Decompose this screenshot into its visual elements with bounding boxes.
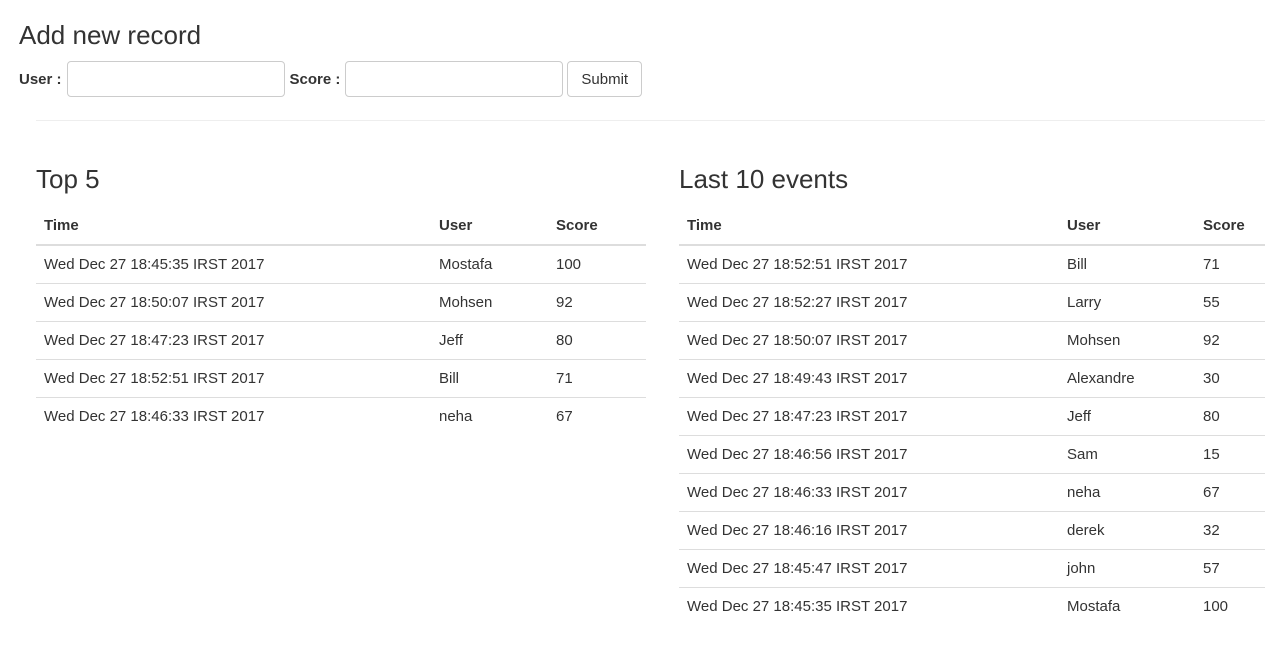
time-cell: Wed Dec 27 18:46:33 IRST 2017 (679, 473, 1059, 512)
user-cell: Mostafa (1059, 587, 1195, 625)
table-header-row: Time User Score (679, 206, 1265, 246)
column-header-score: Score (1195, 206, 1265, 246)
user-label: User : (19, 70, 62, 88)
submit-button[interactable]: Submit (567, 61, 643, 97)
time-cell: Wed Dec 27 18:52:51 IRST 2017 (36, 359, 431, 398)
time-cell: Wed Dec 27 18:46:16 IRST 2017 (679, 511, 1059, 550)
column-header-time: Time (679, 206, 1059, 246)
user-cell: Sam (1059, 435, 1195, 474)
score-cell: 71 (1203, 256, 1220, 273)
user-cell: neha (1059, 473, 1195, 512)
user-cell: Mohsen (431, 283, 548, 322)
table-row: Wed Dec 27 18:45:47 IRST 2017 john 57 (679, 549, 1265, 588)
score-input[interactable] (345, 61, 564, 97)
user-cell: Jeff (431, 321, 548, 360)
score-cell: 30 (1195, 359, 1265, 398)
last10-panel: Last 10 events Time User Score Wed Dec 2… (679, 162, 1265, 625)
table-row: Wed Dec 27 18:47:23 IRST 2017 Jeff 80 (36, 321, 646, 360)
score-label: Score : (289, 70, 341, 88)
table-row: Wed Dec 27 18:47:23 IRST 2017 Jeff 80 (679, 397, 1265, 436)
user-cell: Bill (431, 359, 548, 398)
table-row: Wed Dec 27 18:49:43 IRST 2017 Alexandre … (679, 359, 1265, 398)
user-cell: Jeff (1059, 397, 1195, 436)
user-cell: Mostafa (439, 256, 493, 273)
score-cell: 15 (1195, 435, 1265, 474)
top5-panel: Top 5 Time User Score Wed Dec 27 18:45:3… (36, 162, 646, 435)
time-cell: Wed Dec 27 18:52:51 IRST 2017 (687, 256, 908, 273)
time-cell: Wed Dec 27 18:50:07 IRST 2017 (36, 283, 431, 322)
table-row: Wed Dec 27 18:46:33 IRST 2017 neha 67 (36, 397, 646, 435)
table-row: Wed Dec 27 18:46:16 IRST 2017 derek 32 (679, 511, 1265, 550)
column-header-user: User (1059, 206, 1195, 246)
table-row: Wed Dec 27 18:52:51 IRST 2017 Bill 71 (679, 245, 1265, 284)
time-cell: Wed Dec 27 18:47:23 IRST 2017 (679, 397, 1059, 436)
user-cell: Alexandre (1059, 359, 1195, 398)
column-header-user: User (431, 206, 548, 246)
score-cell: 92 (548, 283, 646, 322)
table-row: Wed Dec 27 18:52:27 IRST 2017 Larry 55 (679, 283, 1265, 322)
time-cell: Wed Dec 27 18:50:07 IRST 2017 (679, 321, 1059, 360)
time-cell: Wed Dec 27 18:46:56 IRST 2017 (679, 435, 1059, 474)
table-row: Wed Dec 27 18:45:35 IRST 2017 Mostafa 10… (679, 587, 1265, 625)
score-cell: 57 (1195, 549, 1265, 588)
user-cell: Larry (1059, 283, 1195, 322)
table-header-row: Time User Score (36, 206, 646, 246)
score-cell: 80 (1195, 397, 1265, 436)
table-row: Wed Dec 27 18:45:35 IRST 2017 Mostafa 10… (36, 245, 646, 284)
user-cell: john (1059, 549, 1195, 588)
time-cell: Wed Dec 27 18:47:23 IRST 2017 (36, 321, 431, 360)
score-cell: 67 (1195, 473, 1265, 512)
user-cell: derek (1059, 511, 1195, 550)
table-row: Wed Dec 27 18:52:51 IRST 2017 Bill 71 (36, 359, 646, 398)
score-cell: 92 (1195, 321, 1265, 360)
add-record-form: Add new record User : Score : Submit (19, 18, 643, 97)
user-cell: neha (431, 397, 548, 435)
column-header-score: Score (548, 206, 646, 246)
score-cell: 100 (1195, 587, 1265, 625)
user-input[interactable] (66, 61, 285, 97)
score-cell: 67 (548, 397, 646, 435)
column-header-time: Time (36, 206, 431, 246)
time-cell: Wed Dec 27 18:45:35 IRST 2017 (679, 587, 1059, 625)
divider (36, 120, 1265, 121)
table-row: Wed Dec 27 18:46:56 IRST 2017 Sam 15 (679, 435, 1265, 474)
score-cell: 100 (556, 256, 582, 273)
table-row: Wed Dec 27 18:50:07 IRST 2017 Mohsen 92 (679, 321, 1265, 360)
user-cell: Bill (1067, 256, 1088, 273)
time-cell: Wed Dec 27 18:49:43 IRST 2017 (679, 359, 1059, 398)
score-cell: 32 (1195, 511, 1265, 550)
score-cell: 71 (548, 359, 646, 398)
last10-table: Time User Score Wed Dec 27 18:52:51 IRST… (679, 206, 1265, 625)
user-cell: Mohsen (1059, 321, 1195, 360)
form-row: User : Score : Submit (19, 61, 643, 97)
last10-title: Last 10 events (679, 164, 849, 194)
score-cell: 80 (548, 321, 646, 360)
time-cell: Wed Dec 27 18:52:27 IRST 2017 (679, 283, 1059, 322)
table-row: Wed Dec 27 18:46:33 IRST 2017 neha 67 (679, 473, 1265, 512)
time-cell: Wed Dec 27 18:45:35 IRST 2017 (44, 256, 265, 273)
time-cell: Wed Dec 27 18:45:47 IRST 2017 (679, 549, 1059, 588)
top5-title: Top 5 (36, 164, 100, 194)
form-title: Add new record (19, 20, 202, 50)
table-row: Wed Dec 27 18:50:07 IRST 2017 Mohsen 92 (36, 283, 646, 322)
time-cell: Wed Dec 27 18:46:33 IRST 2017 (36, 397, 431, 435)
top5-table: Time User Score Wed Dec 27 18:45:35 IRST… (36, 206, 646, 435)
score-cell: 55 (1195, 283, 1265, 322)
